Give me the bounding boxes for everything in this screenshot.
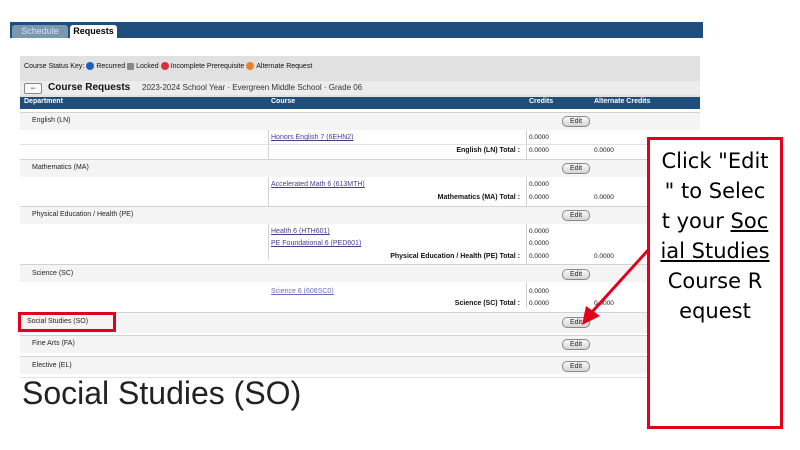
callout-line: " to Selec [664,179,766,203]
caption-text: Social Studies (SO) [22,375,302,411]
callout-line: t your Soc [661,209,769,233]
callout-line: Course R [667,269,763,293]
callout-line: equest [679,299,751,323]
callout-line: ial Studies [660,239,770,263]
instruction-callout: Click "Edit " to Selec t your Soc ial St… [647,137,783,429]
callout-line: Click "Edit [661,149,769,173]
